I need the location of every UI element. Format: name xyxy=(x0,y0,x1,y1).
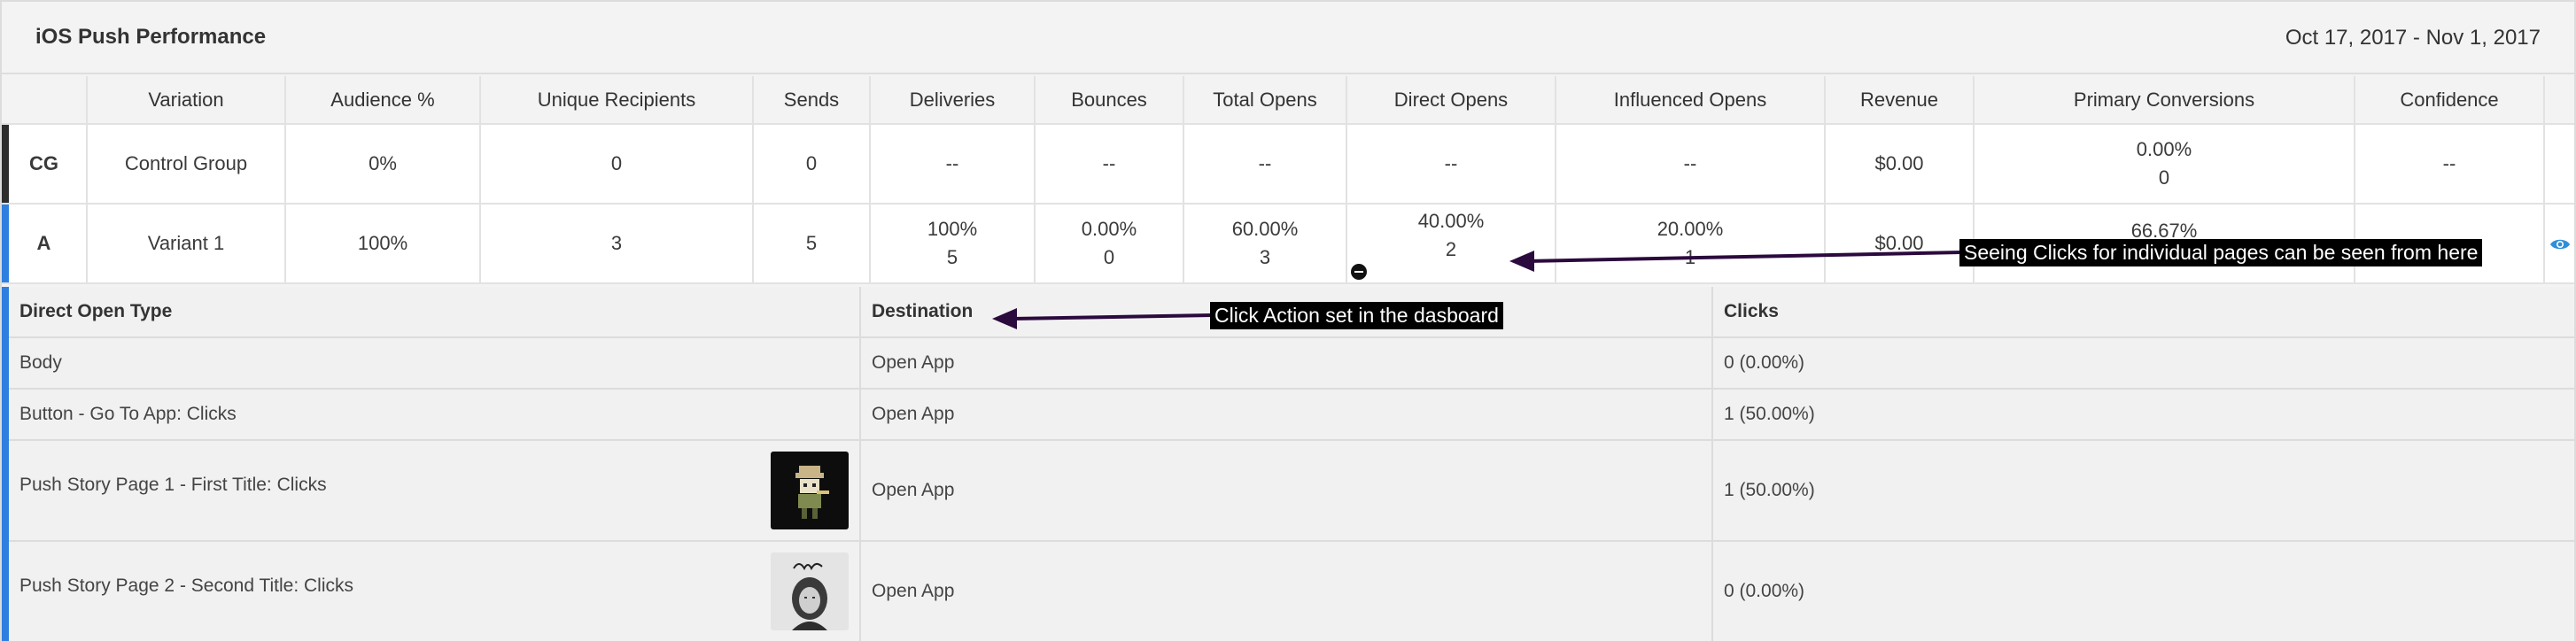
bounces-value: -- xyxy=(1035,124,1184,204)
variation-key: A xyxy=(2,204,88,283)
direct-open-type: Body xyxy=(9,338,861,388)
direct-open-type: Push Story Page 2 - Second Title: Clicks xyxy=(19,575,354,596)
destination: Open App xyxy=(861,338,1713,388)
table-row: Body Open App 0 (0.00%) xyxy=(9,338,2574,390)
destination: Open App xyxy=(861,441,1713,540)
table-row: Push Story Page 2 - Second Title: Clicks… xyxy=(9,542,2574,641)
direct-opens-pct: 40.00% xyxy=(1417,210,1485,232)
direct-open-type: Button - Go To App: Clicks xyxy=(9,390,861,439)
annotation-pages-note: Seeing Clicks for individual pages can b… xyxy=(1959,239,2483,266)
table-row: Push Story Page 1 - First Title: Clicks xyxy=(9,441,2574,542)
variation-name: Control Group xyxy=(87,124,286,204)
destination: Open App xyxy=(861,542,1713,641)
panel-header: iOS Push Performance Oct 17, 2017 - Nov … xyxy=(2,2,2574,74)
destination: Open App xyxy=(861,390,1713,439)
clicks: 1 (50.00%) xyxy=(1724,480,1815,500)
primary-conversions-cell: 0.00% 0 xyxy=(1974,124,2355,204)
annotation-click-action-note: Click Action set in the dasboard xyxy=(1210,302,1503,329)
direct-open-detail-table: Direct Open Type Destination Clicks Body… xyxy=(2,287,2574,641)
clicks: 0 (0.00%) xyxy=(1724,352,1805,373)
eye-icon[interactable] xyxy=(2549,237,2571,251)
total-opens-cell: 60.00% 3 xyxy=(1183,204,1347,283)
total-opens-count: 3 xyxy=(1259,246,1271,268)
deliveries-pct: 100% xyxy=(927,218,978,240)
table-row: Button - Go To App: Clicks Open App 1 (5… xyxy=(9,390,2574,441)
column-header xyxy=(2,76,88,125)
metrics-header-row: Variation Audience % Unique Recipients S… xyxy=(2,76,2574,125)
direct-open-type: Push Story Page 1 - First Title: Clicks xyxy=(19,475,327,495)
direct-opens-count: 2 xyxy=(1445,238,1457,260)
bounces-pct: 0.00% xyxy=(1081,218,1137,240)
confidence-value: -- xyxy=(2355,124,2545,204)
direct-opens-count-wrap: 2 xyxy=(1347,236,1555,280)
deliveries-cell: 100% 5 xyxy=(870,204,1036,283)
column-header-influenced-opens[interactable]: Influenced Opens xyxy=(1556,76,1826,125)
total-opens-value: -- xyxy=(1183,124,1347,204)
column-header-variation[interactable]: Variation xyxy=(87,76,286,125)
influenced-opens-cell: 20.00% 1 xyxy=(1556,204,1826,283)
column-header-bounces[interactable]: Bounces xyxy=(1035,76,1184,125)
direct-opens-value: -- xyxy=(1346,124,1556,204)
column-header-revenue[interactable]: Revenue xyxy=(1825,76,1975,125)
table-row-control-group: CG Control Group 0% 0 0 -- -- -- -- -- $… xyxy=(2,124,2574,204)
unique-recipients-value: 0 xyxy=(480,124,754,204)
revenue-value: $0.00 xyxy=(1825,124,1975,204)
revenue-value: $0.00 xyxy=(1825,204,1975,283)
influenced-opens-value: -- xyxy=(1556,124,1826,204)
direct-open-type-cell: Push Story Page 1 - First Title: Clicks xyxy=(9,441,861,540)
portrait-photo-image xyxy=(771,552,849,630)
clicks: 0 (0.00%) xyxy=(1724,581,1805,601)
robot-figure-image xyxy=(771,452,849,529)
influenced-opens-pct: 20.00% xyxy=(1657,218,1724,240)
column-header-deliveries[interactable]: Deliveries xyxy=(870,76,1036,125)
direct-open-type-cell: Push Story Page 2 - Second Title: Clicks xyxy=(9,542,861,641)
unique-recipients-value: 3 xyxy=(480,204,754,283)
column-header-direct-opens[interactable]: Direct Opens xyxy=(1346,76,1556,125)
ios-push-performance-panel: iOS Push Performance Oct 17, 2017 - Nov … xyxy=(0,0,2576,641)
row-actions xyxy=(2544,204,2574,283)
column-header-clicks: Clicks xyxy=(1724,301,1779,321)
deliveries-value: -- xyxy=(870,124,1036,204)
column-header-unique-recipients[interactable]: Unique Recipients xyxy=(480,76,754,125)
sends-value: 5 xyxy=(753,204,871,283)
column-header-total-opens[interactable]: Total Opens xyxy=(1183,76,1347,125)
column-header-audience[interactable]: Audience % xyxy=(285,76,481,125)
column-header-confidence[interactable]: Confidence xyxy=(2355,76,2545,125)
primary-conversions-count: 0 xyxy=(2158,166,2170,189)
column-header-primary-conversions[interactable]: Primary Conversions xyxy=(1974,76,2355,125)
primary-conversions-pct: 0.00% xyxy=(2136,138,2192,160)
column-header-actions xyxy=(2544,76,2574,125)
column-header-sends[interactable]: Sends xyxy=(753,76,871,125)
variation-name: Variant 1 xyxy=(87,204,286,283)
minus-circle-icon[interactable] xyxy=(1351,264,1367,280)
audience-value: 100% xyxy=(285,204,481,283)
bounces-count: 0 xyxy=(1103,246,1115,268)
sends-value: 0 xyxy=(753,124,871,204)
panel-title: iOS Push Performance xyxy=(35,25,267,49)
deliveries-count: 5 xyxy=(946,246,958,268)
date-range: Oct 17, 2017 - Nov 1, 2017 xyxy=(2285,26,2541,50)
row-actions xyxy=(2544,124,2574,204)
total-opens-pct: 60.00% xyxy=(1231,218,1299,240)
audience-value: 0% xyxy=(285,124,481,204)
clicks: 1 (50.00%) xyxy=(1724,404,1815,424)
variation-key: CG xyxy=(2,124,88,204)
influenced-opens-count: 1 xyxy=(1684,246,1696,268)
direct-opens-cell: 40.00% 2 xyxy=(1346,204,1556,283)
column-header-direct-open-type: Direct Open Type xyxy=(9,287,861,336)
bounces-cell: 0.00% 0 xyxy=(1035,204,1184,283)
